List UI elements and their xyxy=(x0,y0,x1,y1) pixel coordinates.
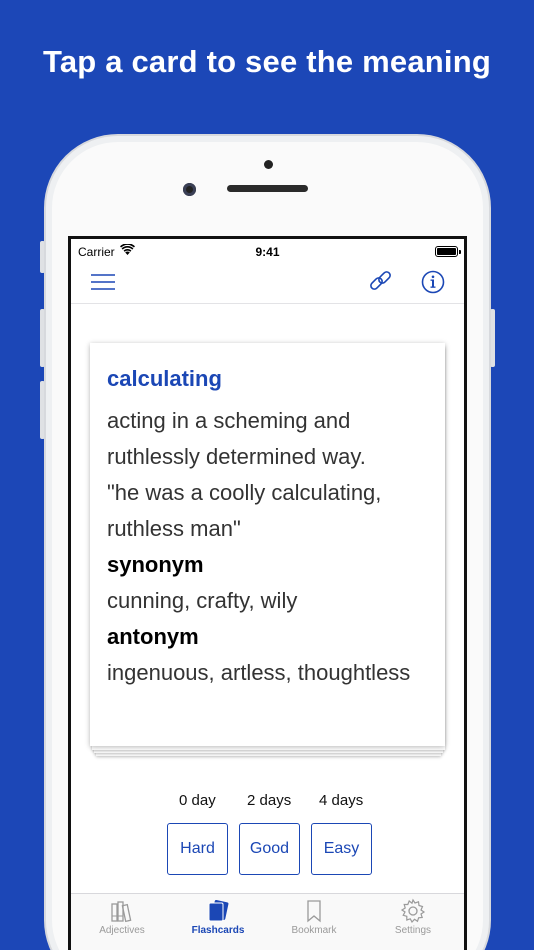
phone-screen: Carrier 9:41 calculating acting in a sch… xyxy=(68,236,467,950)
books-icon xyxy=(111,901,132,923)
tab-bar: Adjectives Flashcards Bookmark Settings xyxy=(71,893,464,950)
proximity-sensor xyxy=(264,160,273,169)
cards-icon xyxy=(208,900,229,922)
tab-settings[interactable]: Settings xyxy=(365,898,461,936)
tab-adjectives[interactable]: Adjectives xyxy=(74,898,170,936)
card-example: ruthless man" xyxy=(107,516,241,541)
tab-flashcards[interactable]: Flashcards xyxy=(170,898,266,936)
info-icon[interactable] xyxy=(418,267,448,297)
hard-button[interactable]: Hard xyxy=(167,823,228,875)
antonym-heading: antonym xyxy=(107,624,199,649)
synonym-heading: synonym xyxy=(107,552,204,577)
flashcard-stack: calculating acting in a scheming and rut… xyxy=(90,343,447,756)
tab-bookmark[interactable]: Bookmark xyxy=(266,898,362,936)
promo-headline: Tap a card to see the meaning xyxy=(43,44,491,79)
hamburger-menu-icon[interactable] xyxy=(89,267,119,297)
card-definition: acting in a scheming and xyxy=(107,408,351,433)
front-camera xyxy=(183,183,196,196)
card-example: "he was a coolly calculating, xyxy=(107,480,382,505)
tab-label: Flashcards xyxy=(191,925,245,936)
battery-icon xyxy=(435,246,461,257)
tab-label: Settings xyxy=(394,925,432,936)
gear-icon xyxy=(400,898,426,924)
status-time: 9:41 xyxy=(255,245,280,259)
good-button[interactable]: Good xyxy=(239,823,300,875)
status-bar: Carrier 9:41 xyxy=(71,239,464,263)
tab-label: Bookmark xyxy=(291,925,337,936)
easy-button[interactable]: Easy xyxy=(311,823,372,875)
interval-easy: 4 days xyxy=(319,792,364,809)
card-word: calculating xyxy=(107,366,222,391)
interval-good: 2 days xyxy=(247,792,292,809)
antonym-list: ingenuous, artless, thoughtless xyxy=(107,660,411,685)
flashcard[interactable]: calculating acting in a scheming and rut… xyxy=(90,343,445,746)
tab-label: Adjectives xyxy=(99,925,145,936)
navigation-bar xyxy=(71,263,464,304)
interval-hard: 0 day xyxy=(179,792,216,809)
synonym-list: cunning, crafty, wily xyxy=(107,588,298,613)
bookmark-icon xyxy=(307,900,321,923)
earpiece-speaker xyxy=(227,185,308,192)
link-icon[interactable] xyxy=(366,267,396,297)
card-definition: ruthlessly determined way. xyxy=(107,444,366,469)
